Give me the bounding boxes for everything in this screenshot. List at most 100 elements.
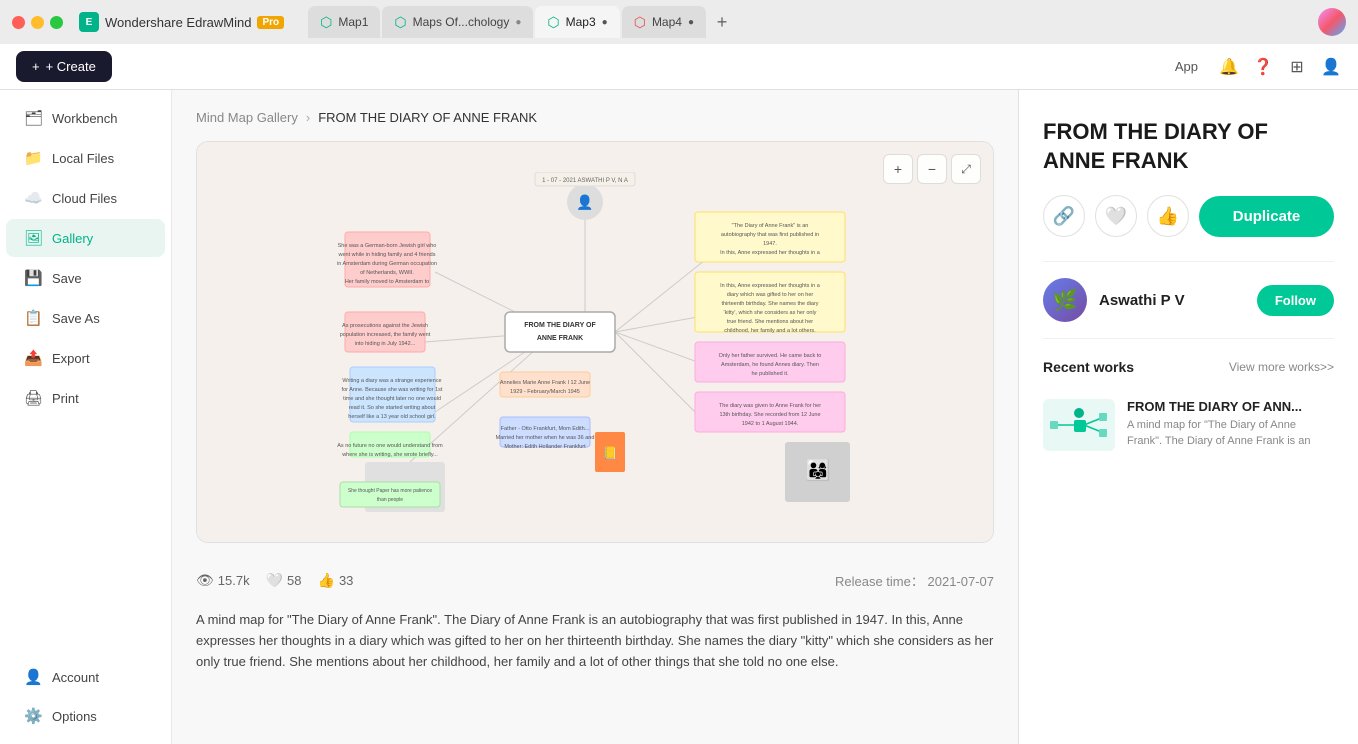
help-icon[interactable]: ❓ <box>1252 56 1274 78</box>
add-tab-button[interactable]: + <box>708 8 736 36</box>
heart-icon: 🤍 <box>1105 206 1127 227</box>
tab-maps-label: Maps Of...chology <box>413 15 510 29</box>
svg-text:than people: than people <box>377 497 403 503</box>
sidebar-item-gallery[interactable]: 🖼 Gallery <box>6 219 165 257</box>
maximize-button[interactable] <box>50 16 63 29</box>
breadcrumb-parent[interactable]: Mind Map Gallery <box>196 110 298 125</box>
share-button[interactable]: 🔗 <box>1043 195 1085 237</box>
views-count: 15.7k <box>218 573 250 588</box>
account-icon: 👤 <box>24 668 42 686</box>
fullscreen-button[interactable]: ⤢ <box>951 154 981 184</box>
tab-map4[interactable]: ⬡ Map4 ● <box>622 6 706 38</box>
sidebar-item-account-label: Account <box>52 670 99 685</box>
svg-text:Amsterdam, he found Annes diar: Amsterdam, he found Annes diary. Then <box>721 362 819 368</box>
view-more-link[interactable]: View more works>> <box>1229 360 1334 374</box>
action-buttons: 🔗 🤍 👍 Duplicate <box>1043 195 1334 237</box>
zoom-out-button[interactable]: − <box>917 154 947 184</box>
sidebar-item-save-as[interactable]: 📋 Save As <box>6 299 165 337</box>
sidebar-item-options-label: Options <box>52 709 97 724</box>
notification-icon[interactable]: 🔔 <box>1218 56 1240 78</box>
sidebar-item-local-files[interactable]: 📁 Local Files <box>6 139 165 177</box>
sidebar-item-save-as-label: Save As <box>52 311 100 326</box>
sidebar-item-workbench-label: Workbench <box>52 111 118 126</box>
svg-text:As no future no one would unde: As no future no one would understand fro… <box>337 443 443 449</box>
recent-work-description: A mind map for "The Diary of Anne Frank"… <box>1127 418 1334 449</box>
titlebar: E Wondershare EdrawMind Pro ⬡ Map1 ⬡ Map… <box>0 0 1358 44</box>
create-button[interactable]: + + Create <box>16 51 112 82</box>
minimize-button[interactable] <box>31 16 44 29</box>
thumbs-icon: 👍 <box>318 572 335 589</box>
tab-maps-of-chology[interactable]: ⬡ Maps Of...chology ● <box>382 6 533 38</box>
svg-text:In this, Anne expressed her th: In this, Anne expressed her thoughts in … <box>720 283 821 289</box>
right-panel: FROM THE DIARY OF ANNE FRANK 🔗 🤍 👍 Dupli… <box>1018 90 1358 744</box>
svg-text:thirteenth birthday. She names: thirteenth birthday. She names the diary <box>721 301 818 307</box>
sidebar-item-export[interactable]: 📤 Export <box>6 339 165 377</box>
svg-text:Mother: Edith Hollander Frankf: Mother: Edith Hollander Frankfurt <box>504 444 586 450</box>
svg-text:13th birthday. She recorded fr: 13th birthday. She recorded from 12 June <box>719 412 820 418</box>
titlebar-right <box>1318 8 1346 36</box>
recent-work-item[interactable]: FROM THE DIARY OF ANN... A mind map for … <box>1043 389 1334 461</box>
sidebar-item-print-label: Print <box>52 391 79 406</box>
app-name: Wondershare EdrawMind <box>105 15 251 30</box>
svg-text:ANNE FRANK: ANNE FRANK <box>537 335 583 342</box>
tab-map3[interactable]: ⬡ Map3 ● <box>535 6 619 38</box>
sidebar-item-save[interactable]: 💾 Save <box>6 259 165 297</box>
svg-text:"The Diary of Anne Frank" is a: "The Diary of Anne Frank" is an <box>732 223 809 229</box>
recent-work-thumbnail <box>1043 399 1115 451</box>
zoom-in-button[interactable]: + <box>883 154 913 184</box>
svg-text:The diary was given to Anne Fr: The diary was given to Anne Frank for he… <box>719 403 821 409</box>
tab-map3-label: Map3 <box>566 15 596 29</box>
recent-work-thumb-svg <box>1049 405 1109 445</box>
workbench-icon: 🗂 <box>24 109 42 127</box>
map-preview-toolbar: + − ⤢ <box>883 154 981 184</box>
cloud-files-icon: ☁️ <box>24 189 42 207</box>
svg-text:Her family moved to Amsterdam: Her family moved to Amsterdam to <box>345 279 429 285</box>
close-button[interactable] <box>12 16 25 29</box>
svg-text:went while in hiding family an: went while in hiding family and 4 friend… <box>338 252 436 258</box>
user-avatar[interactable] <box>1318 8 1346 36</box>
save-icon: 💾 <box>24 269 42 287</box>
user-icon[interactable]: 👤 <box>1320 56 1342 78</box>
recent-works-title: Recent works <box>1043 359 1134 375</box>
toolbar-right: App 🔔 ❓ ⊞ 👤 <box>1167 55 1342 78</box>
app-brand: E Wondershare EdrawMind Pro <box>79 12 284 32</box>
svg-text:where she is writing, she wrot: where she is writing, she wrote briefly.… <box>341 452 438 458</box>
map-preview-container: + − ⤢ <box>196 141 994 543</box>
content-area: Mind Map Gallery › FROM THE DIARY OF ANN… <box>172 90 1018 744</box>
recent-work-info: FROM THE DIARY OF ANN... A mind map for … <box>1127 399 1334 449</box>
sidebar-item-options[interactable]: ⚙️ Options <box>6 697 165 735</box>
duplicate-button[interactable]: Duplicate <box>1199 196 1334 237</box>
save-as-icon: 📋 <box>24 309 42 327</box>
release-time: Release time： 2021-07-07 <box>835 571 994 590</box>
svg-text:Annelies Marie Anne Frank I 12: Annelies Marie Anne Frank I 12 June <box>500 380 590 386</box>
sidebar-item-account[interactable]: 👤 Account <box>6 658 165 696</box>
svg-text:📒: 📒 <box>603 446 618 460</box>
app-button[interactable]: App <box>1167 55 1206 78</box>
sidebar-item-cloud-files-label: Cloud Files <box>52 191 117 206</box>
sidebar: 🗂 Workbench 📁 Local Files ☁️ Cloud Files… <box>0 90 172 744</box>
svg-text:true friend. She mentions abou: true friend. She mentions about her <box>727 319 813 325</box>
sidebar-item-workbench[interactable]: 🗂 Workbench <box>6 99 165 137</box>
svg-text:In this, Anne expressed her th: In this, Anne expressed her thoughts in … <box>720 250 821 256</box>
sidebar-item-print[interactable]: 🖨 Print <box>6 379 165 417</box>
grid-icon[interactable]: ⊞ <box>1286 56 1308 78</box>
likes-stat: 🤍 58 <box>266 572 302 589</box>
recent-works-header: Recent works View more works>> <box>1043 359 1334 375</box>
thumbs-up-button[interactable]: 👍 <box>1147 195 1189 237</box>
svg-text:👨‍👩‍👧: 👨‍👩‍👧 <box>806 458 831 482</box>
tab-map1[interactable]: ⬡ Map1 <box>308 6 380 38</box>
breadcrumb-current: FROM THE DIARY OF ANNE FRANK <box>318 110 537 125</box>
svg-text:diary which was gifted to her: diary which was gifted to her on her <box>727 292 814 298</box>
author-name: Aswathi P V <box>1099 292 1245 309</box>
views-stat: 👁 15.7k <box>196 572 250 589</box>
thumbs-up-icon: 👍 <box>1157 206 1179 227</box>
thumbs-count: 33 <box>339 573 353 588</box>
breadcrumb: Mind Map Gallery › FROM THE DIARY OF ANN… <box>196 110 994 125</box>
sidebar-item-cloud-files[interactable]: ☁️ Cloud Files <box>6 179 165 217</box>
sidebar-item-gallery-label: Gallery <box>52 231 93 246</box>
svg-text:of Netherlands, WWII.: of Netherlands, WWII. <box>360 270 414 276</box>
like-button[interactable]: 🤍 <box>1095 195 1137 237</box>
tab-bar: ⬡ Map1 ⬡ Maps Of...chology ● ⬡ Map3 ● ⬡ … <box>308 6 1310 38</box>
svg-text:in Amsterdam during German occ: in Amsterdam during German occupation <box>337 261 437 267</box>
follow-button[interactable]: Follow <box>1257 285 1334 316</box>
